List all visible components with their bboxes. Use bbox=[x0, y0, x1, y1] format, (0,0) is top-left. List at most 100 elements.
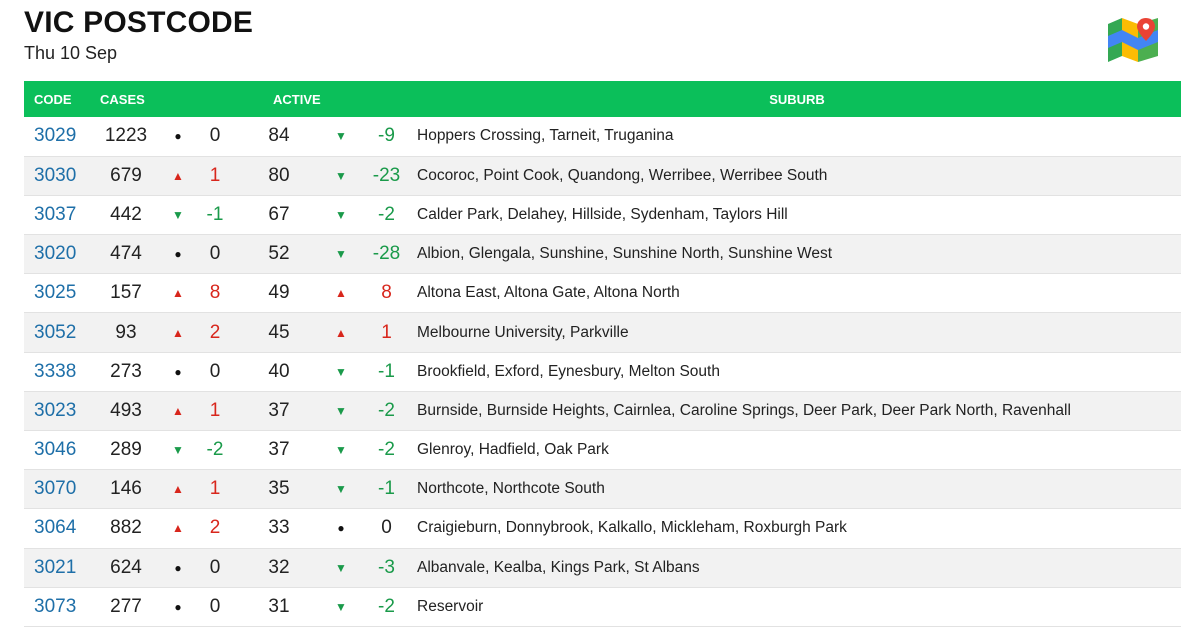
cases-value: 882 bbox=[110, 517, 142, 539]
cases-change: 0 bbox=[209, 243, 221, 265]
active-value: 37 bbox=[268, 439, 290, 461]
postcode-link[interactable]: 3023 bbox=[24, 391, 90, 430]
cases-value: 277 bbox=[110, 595, 142, 617]
active-value: 31 bbox=[268, 595, 290, 617]
suburb-list: Melbourne University, Parkville bbox=[417, 323, 629, 341]
dot-icon: ● bbox=[174, 247, 182, 262]
postcode-link[interactable]: 3052 bbox=[24, 313, 90, 352]
active-value: 45 bbox=[268, 321, 290, 343]
cases-change: -2 bbox=[206, 439, 224, 461]
active-change: -2 bbox=[378, 595, 395, 617]
column-header-suburb: SUBURB bbox=[769, 91, 825, 107]
cases-change: 1 bbox=[209, 399, 221, 421]
active-change: 1 bbox=[381, 321, 392, 343]
up-triangle-icon: ▲ bbox=[335, 325, 347, 340]
down-triangle-icon: ▼ bbox=[335, 364, 347, 379]
active-change: -9 bbox=[378, 125, 395, 147]
cases-change: 1 bbox=[209, 478, 221, 500]
active-value: 49 bbox=[268, 282, 290, 304]
active-value: 80 bbox=[268, 164, 290, 186]
cases-value: 493 bbox=[110, 399, 142, 421]
postcode-link[interactable]: 3030 bbox=[24, 156, 90, 195]
active-change: -2 bbox=[378, 203, 395, 225]
down-triangle-icon: ▼ bbox=[335, 207, 347, 222]
up-triangle-icon: ▲ bbox=[172, 521, 184, 536]
down-triangle-icon: ▼ bbox=[335, 247, 347, 262]
suburb-list: Calder Park, Delahey, Hillside, Sydenham… bbox=[417, 205, 788, 223]
cases-change: 1 bbox=[209, 164, 221, 186]
page-title: VIC POSTCODE bbox=[24, 6, 254, 39]
table-row: 3052 93 ▲ 2 45 ▲ 1 Melbourne University, Parkvi… bbox=[24, 312, 1181, 353]
active-value: 40 bbox=[268, 360, 290, 382]
postcode-table: CODE CASES ACTIVE SUBURB 3029 1223 ● 0 84 ▼ -9… bbox=[24, 81, 1181, 627]
active-value: 32 bbox=[268, 556, 290, 578]
active-value: 67 bbox=[268, 203, 290, 225]
postcode-link[interactable]: 3025 bbox=[24, 274, 90, 313]
table-row: 3338 273 ● 0 40 ▼ -1 Brookfield, Exford, Eynesb… bbox=[24, 352, 1181, 392]
down-triangle-icon: ▼ bbox=[335, 482, 347, 497]
map-pin-icon bbox=[1108, 18, 1158, 62]
postcode-link[interactable]: 3338 bbox=[24, 352, 90, 391]
cases-value: 157 bbox=[110, 282, 142, 304]
down-triangle-icon: ▼ bbox=[335, 599, 347, 614]
postcode-link[interactable]: 3064 bbox=[24, 509, 90, 548]
active-value: 37 bbox=[268, 399, 290, 421]
active-change: 0 bbox=[381, 517, 392, 539]
cases-change: 8 bbox=[209, 282, 221, 304]
up-triangle-icon: ▲ bbox=[172, 325, 184, 340]
cases-change: 0 bbox=[209, 360, 221, 382]
up-triangle-icon: ▲ bbox=[172, 482, 184, 497]
postcode-link[interactable]: 3020 bbox=[24, 235, 90, 274]
postcode-link[interactable]: 3021 bbox=[24, 548, 90, 587]
cases-value: 93 bbox=[115, 321, 137, 343]
down-triangle-icon: ▼ bbox=[335, 443, 347, 458]
down-triangle-icon: ▼ bbox=[335, 129, 347, 144]
table-row: 3020 474 ● 0 52 ▼ -28 Albion, Glengala, Sunshin… bbox=[24, 234, 1181, 274]
down-triangle-icon: ▼ bbox=[335, 403, 347, 418]
down-triangle-icon: ▼ bbox=[172, 443, 184, 458]
dot-icon: ● bbox=[174, 364, 182, 379]
active-change: -28 bbox=[372, 243, 401, 265]
table-row: 3070 146 ▲ 1 35 ▼ -1 Northcote, Northcote South bbox=[24, 469, 1181, 509]
cases-value: 273 bbox=[110, 360, 142, 382]
down-triangle-icon: ▼ bbox=[335, 168, 347, 183]
table-header-row: CODE CASES ACTIVE SUBURB bbox=[24, 81, 1181, 117]
table-row: 3073 277 ● 0 31 ▼ -2 Reservoir bbox=[24, 587, 1181, 627]
suburb-list: Burnside, Burnside Heights, Cairnlea, Ca… bbox=[417, 401, 1071, 419]
cases-value: 474 bbox=[110, 243, 142, 265]
table-row: 3029 1223 ● 0 84 ▼ -9 Hoppers Crossing, Tarneit… bbox=[24, 117, 1181, 157]
dot-icon: ● bbox=[337, 521, 345, 536]
table-row: 3064 882 ▲ 2 33 ● 0 Craigieburn, Donnybrook, Ka… bbox=[24, 508, 1181, 549]
suburb-list: Brookfield, Exford, Eynesbury, Melton So… bbox=[417, 362, 720, 380]
active-change: -2 bbox=[378, 399, 395, 421]
suburb-list: Altona East, Altona Gate, Altona North bbox=[417, 284, 680, 302]
active-change: -3 bbox=[378, 556, 395, 578]
cases-value: 1223 bbox=[104, 125, 148, 147]
postcode-link[interactable]: 3037 bbox=[24, 195, 90, 234]
active-change: -2 bbox=[378, 439, 395, 461]
active-value: 52 bbox=[268, 243, 290, 265]
cases-value: 146 bbox=[110, 478, 142, 500]
down-triangle-icon: ▼ bbox=[172, 207, 184, 222]
cases-change: 0 bbox=[209, 556, 221, 578]
postcode-link[interactable]: 3046 bbox=[24, 431, 90, 470]
suburb-list: Hoppers Crossing, Tarneit, Truganina bbox=[417, 127, 674, 145]
cases-change: 0 bbox=[209, 125, 221, 147]
dot-icon: ● bbox=[174, 129, 182, 144]
cases-value: 289 bbox=[110, 439, 142, 461]
dot-icon: ● bbox=[174, 560, 182, 575]
postcode-link[interactable]: 3073 bbox=[24, 587, 90, 626]
page-date: Thu 10 Sep bbox=[24, 43, 118, 63]
up-triangle-icon: ▲ bbox=[172, 168, 184, 183]
suburb-list: Reservoir bbox=[417, 597, 484, 615]
postcode-link[interactable]: 3029 bbox=[24, 117, 90, 156]
suburb-list: Cocoroc, Point Cook, Quandong, Werribee,… bbox=[417, 166, 828, 184]
table-row: 3025 157 ▲ 8 49 ▲ 8 Altona East, Altona Gate, A… bbox=[24, 273, 1181, 313]
suburb-list: Glenroy, Hadfield, Oak Park bbox=[417, 441, 609, 459]
cases-value: 624 bbox=[110, 556, 142, 578]
column-header-cases: CASES bbox=[100, 91, 145, 107]
active-change: -1 bbox=[378, 478, 395, 500]
postcode-link[interactable]: 3070 bbox=[24, 470, 90, 509]
active-change: -1 bbox=[378, 360, 395, 382]
suburb-list: Northcote, Northcote South bbox=[417, 480, 605, 498]
